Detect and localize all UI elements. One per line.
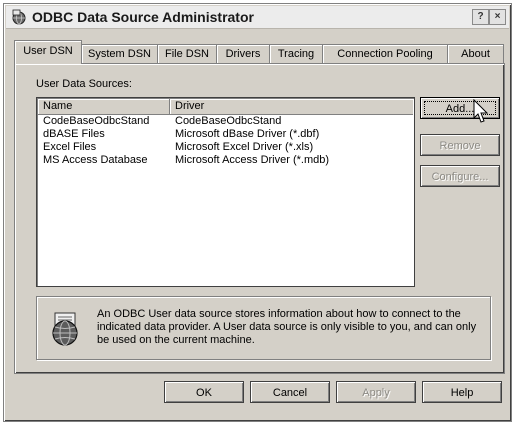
cancel-button[interactable]: Cancel	[250, 381, 330, 403]
info-description: An ODBC User data source stores informat…	[97, 308, 477, 346]
configure-button[interactable]: Configure...	[420, 165, 500, 187]
dsn-name: MS Access Database	[43, 154, 148, 166]
column-header-name[interactable]: Name	[38, 99, 170, 114]
window-title: ODBC Data Source Administrator	[32, 9, 254, 25]
mouse-pointer-icon	[473, 98, 491, 125]
list-header: Name Driver	[38, 99, 413, 115]
help-title-button[interactable]: ?	[472, 9, 489, 25]
remove-button[interactable]: Remove	[420, 134, 500, 156]
column-header-driver[interactable]: Driver	[170, 99, 413, 114]
tab-tracing[interactable]: Tracing	[269, 44, 323, 63]
close-button[interactable]: ×	[489, 9, 506, 25]
data-sources-list[interactable]: Name Driver CodeBaseOdbcStand CodeBaseOd…	[36, 97, 415, 287]
odbc-admin-window: ODBC Data Source Administrator ? × User …	[3, 3, 512, 422]
dsn-driver: Microsoft Excel Driver (*.xls)	[175, 141, 314, 153]
ok-button[interactable]: OK	[164, 381, 244, 403]
list-item[interactable]: dBASE Files Microsoft dBase Driver (*.db…	[38, 128, 413, 141]
dsn-name: CodeBaseOdbcStand	[43, 115, 150, 127]
list-item[interactable]: Excel Files Microsoft Excel Driver (*.xl…	[38, 141, 413, 154]
help-button[interactable]: Help	[422, 381, 502, 403]
tab-connection-pooling[interactable]: Connection Pooling	[322, 44, 448, 63]
user-dsn-panel: User Data Sources: Name Driver CodeBaseO…	[14, 63, 505, 374]
tab-system-dsn[interactable]: System DSN	[81, 44, 158, 63]
info-box: An ODBC User data source stores informat…	[36, 296, 491, 360]
apply-button[interactable]: Apply	[336, 381, 416, 403]
list-item[interactable]: CodeBaseOdbcStand CodeBaseOdbcStand	[38, 115, 413, 128]
list-item[interactable]: MS Access Database Microsoft Access Driv…	[38, 154, 413, 167]
dsn-driver: Microsoft Access Driver (*.mdb)	[175, 154, 330, 166]
dsn-driver: Microsoft dBase Driver (*.dbf)	[175, 128, 320, 140]
tab-about[interactable]: About	[447, 44, 504, 63]
odbc-app-icon	[11, 9, 27, 25]
dsn-driver: CodeBaseOdbcStand	[175, 115, 282, 127]
globe-icon	[48, 311, 84, 347]
title-bar[interactable]: ODBC Data Source Administrator ? ×	[6, 6, 509, 29]
dsn-name: dBASE Files	[43, 128, 105, 140]
tab-file-dsn[interactable]: File DSN	[157, 44, 217, 63]
tab-drivers[interactable]: Drivers	[216, 44, 270, 63]
tab-user-dsn[interactable]: User DSN	[14, 40, 82, 64]
user-data-sources-label: User Data Sources:	[36, 78, 132, 90]
dsn-name: Excel Files	[43, 141, 97, 153]
